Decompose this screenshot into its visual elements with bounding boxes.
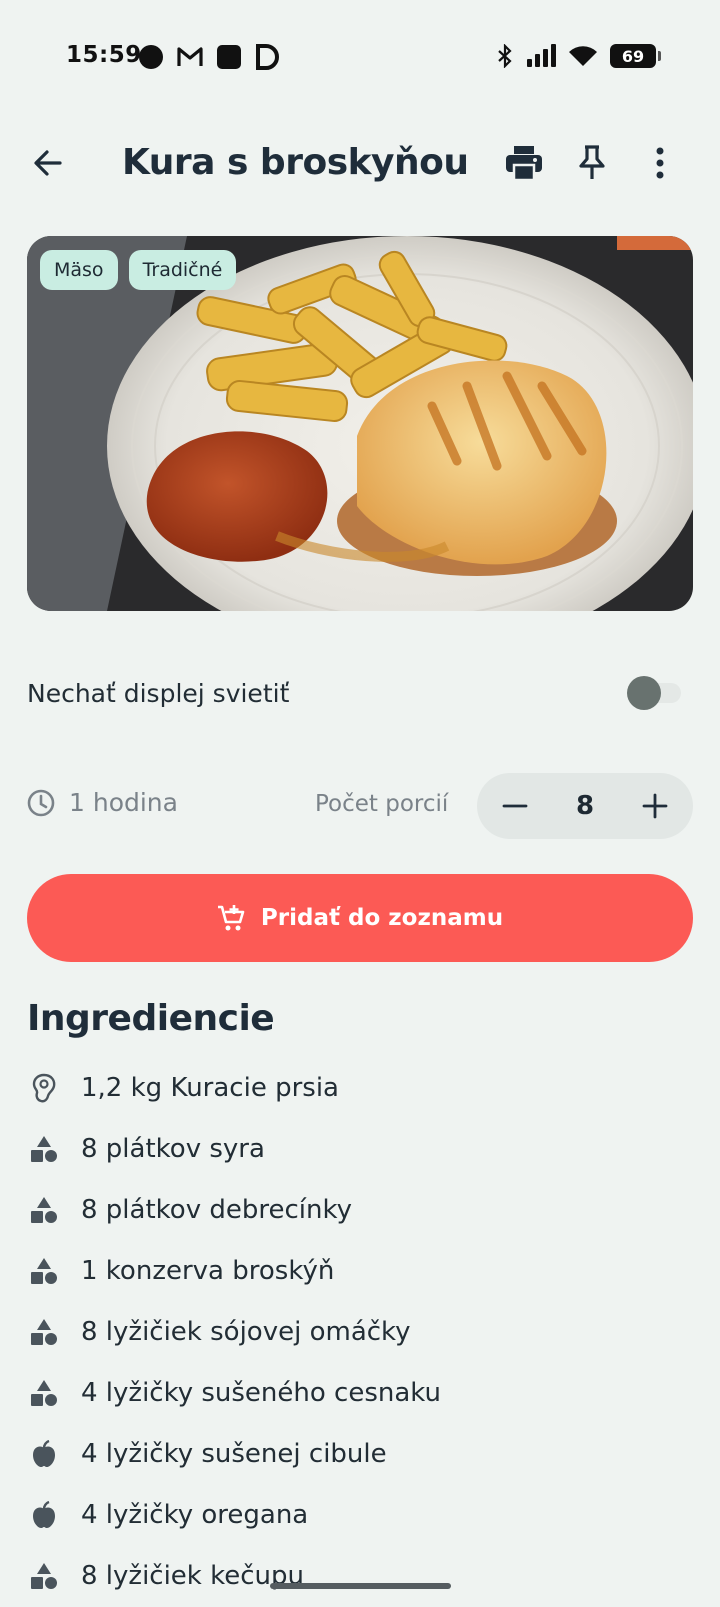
- servings-label: Počet porcií: [315, 791, 449, 817]
- ingredients-list: 1,2 kg Kuracie prsia 8 plátkov syra 8 pl…: [27, 1057, 693, 1606]
- gmail-icon: [177, 47, 203, 66]
- ingredient-text: 4 lyžičky sušeného cesnaku: [81, 1377, 442, 1408]
- notification-icons: [138, 44, 280, 70]
- recipe-meta: 1 hodina Počet porcií 8: [27, 773, 693, 839]
- apple-icon: [27, 1498, 61, 1532]
- wifi-icon: [569, 46, 597, 66]
- add-to-list-label: Pridať do zoznamu: [260, 905, 504, 931]
- ingredient-text: 8 plátkov debrecínky: [81, 1194, 352, 1225]
- ingredient-text: 4 lyžičky oregana: [81, 1499, 309, 1530]
- add-to-list-button[interactable]: Pridať do zoznamu: [27, 874, 693, 962]
- recipe-photo: [27, 236, 693, 611]
- cook-time-value: 1 hodina: [69, 788, 178, 817]
- app-square-icon: [217, 45, 241, 69]
- battery-icon: 69: [610, 44, 661, 68]
- battery-level: 69: [621, 46, 645, 66]
- ingredient-text: 1 konzerva broskýň: [81, 1255, 335, 1286]
- system-icons: 69: [496, 44, 661, 68]
- increase-servings-button[interactable]: [635, 786, 675, 826]
- ingredient-text: 4 lyžičky sušenej cibule: [81, 1438, 387, 1469]
- keep-screen-on-toggle[interactable]: [627, 676, 683, 710]
- recipe-image: Mäso Tradičné: [27, 236, 693, 611]
- tag-chip[interactable]: Mäso: [40, 250, 118, 290]
- ingredient-item[interactable]: 8 lyžičiek kečupu: [27, 1545, 693, 1606]
- shapes-icon: [27, 1254, 61, 1288]
- status-bar: 15:59 69: [0, 0, 720, 115]
- ingredient-text: 8 lyžičiek sójovej omáčky: [81, 1316, 411, 1347]
- clock-icon: [27, 789, 55, 816]
- shapes-icon: [27, 1376, 61, 1410]
- d-app-icon: [256, 44, 279, 70]
- pin-icon: [579, 145, 605, 179]
- ingredient-item[interactable]: 4 lyžičky oregana: [27, 1484, 693, 1545]
- more-vert-icon: [656, 147, 664, 179]
- ingredient-item[interactable]: 8 plátkov debrecínky: [27, 1179, 693, 1240]
- back-button[interactable]: [24, 139, 72, 187]
- shapes-icon: [27, 1132, 61, 1166]
- ingredient-item[interactable]: 4 lyžičky sušeného cesnaku: [27, 1362, 693, 1423]
- ingredient-item[interactable]: 8 plátkov syra: [27, 1118, 693, 1179]
- bluetooth-icon: [498, 44, 512, 68]
- ingredient-text: 1,2 kg Kuracie prsia: [81, 1072, 339, 1103]
- shapes-icon: [27, 1559, 61, 1593]
- ingredient-item[interactable]: 8 lyžičiek sójovej omáčky: [27, 1301, 693, 1362]
- keep-screen-on-row[interactable]: Nechať displej svietiť: [27, 665, 693, 721]
- tag-chip[interactable]: Tradičné: [128, 250, 237, 290]
- print-button[interactable]: [500, 139, 548, 187]
- cook-time: 1 hodina: [27, 788, 178, 817]
- arrow-left-icon: [34, 150, 62, 176]
- dot-notification-icon: [139, 45, 163, 69]
- minus-icon: [502, 804, 528, 808]
- plus-icon: [642, 793, 668, 819]
- servings-stepper: 8: [477, 773, 693, 839]
- shapes-icon: [27, 1193, 61, 1227]
- home-indicator[interactable]: [270, 1583, 451, 1589]
- toggle-thumb: [627, 676, 661, 710]
- signal-icon: [527, 44, 556, 67]
- app-bar: Kura s broskyňou: [0, 125, 720, 201]
- ingredients-title: Ingrediencie: [27, 998, 275, 1039]
- shapes-icon: [27, 1315, 61, 1349]
- servings-value: 8: [575, 791, 595, 821]
- meat-icon: [27, 1071, 61, 1105]
- cart-plus-icon: [217, 905, 245, 931]
- print-icon: [506, 146, 542, 181]
- ingredient-item[interactable]: 1,2 kg Kuracie prsia: [27, 1057, 693, 1118]
- more-options-button[interactable]: [636, 139, 684, 187]
- ingredient-text: 8 plátkov syra: [81, 1133, 265, 1164]
- ingredient-item[interactable]: 1 konzerva broskýň: [27, 1240, 693, 1301]
- ingredient-item[interactable]: 4 lyžičky sušenej cibule: [27, 1423, 693, 1484]
- keep-screen-on-label: Nechať displej svietiť: [27, 678, 290, 708]
- tag-chips: Mäso Tradičné: [40, 250, 237, 290]
- apple-icon: [27, 1437, 61, 1471]
- page-title: Kura s broskyňou: [122, 142, 469, 183]
- pin-button[interactable]: [568, 139, 616, 187]
- status-time: 15:59: [66, 42, 142, 68]
- decrease-servings-button[interactable]: [495, 786, 535, 826]
